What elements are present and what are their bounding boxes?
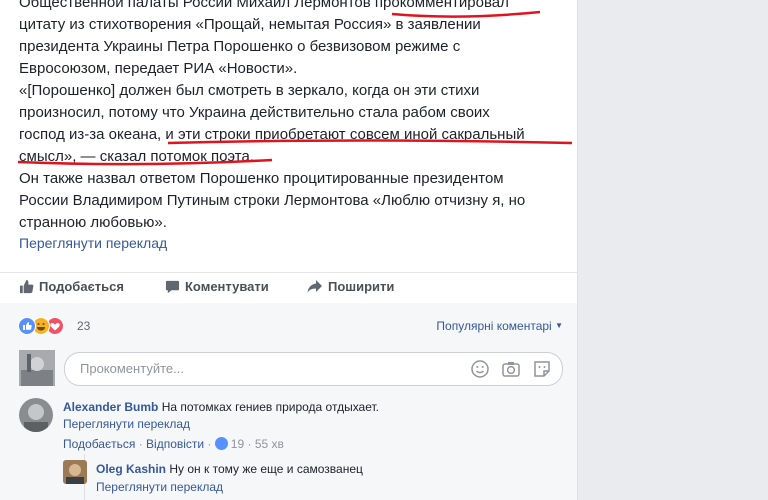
post-line: «[Порошенко] должен был смотреть в зерка… [19, 82, 480, 99]
comment-reply-link[interactable]: Відповісти [146, 437, 204, 451]
comment-text: На потомках гениев природа отдыхает. [161, 400, 380, 414]
reply-text: Ну он к тому же еще и самозванец [169, 462, 363, 476]
action-bar: Подобається Коментувати Поширити [0, 272, 577, 304]
comment-input[interactable] [78, 360, 462, 377]
post-line: цитату из стихотворения «Прощай, немытая… [19, 16, 481, 33]
comment-meta: Подобається · Відповісти · 19 · 55 хв [63, 437, 284, 451]
commenter-avatar[interactable] [19, 398, 53, 432]
share-button[interactable]: Поширити [307, 279, 394, 294]
camera-icon[interactable] [501, 359, 521, 379]
post-line: смысл», — сказал потомок поэта. [19, 148, 254, 165]
reactions-bar: 23 Популярні коментарі ▼ [0, 303, 577, 348]
comment-translate-link[interactable]: Переглянути переклад [63, 417, 190, 431]
comment-composer [0, 348, 577, 398]
comment-like-count[interactable]: 19 [231, 437, 244, 451]
reactions-count[interactable]: 23 [77, 319, 90, 333]
share-label: Поширити [328, 279, 395, 294]
post-line: России Владимиром Путиным строки Лермонт… [19, 192, 526, 209]
comment-input-box[interactable] [64, 352, 563, 386]
comment-time[interactable]: 55 хв [255, 437, 284, 451]
sticker-icon[interactable] [532, 359, 552, 379]
post-line: президента Украины Петра Порошенко о без… [19, 38, 461, 55]
reply-avatar[interactable] [63, 460, 87, 484]
like-badge-icon [214, 437, 228, 450]
post-line: Общественной палаты России Михаил Лермон… [19, 0, 509, 11]
speech-bubble-icon [165, 280, 180, 294]
comments-list: Alexander Bumb На потомках гениев природ… [0, 392, 577, 500]
share-arrow-icon [307, 280, 322, 293]
like-reaction-icon[interactable] [18, 317, 36, 335]
post-card: Общественной палаты России Михаил Лермон… [0, 0, 578, 500]
comment-label: Коментувати [185, 279, 269, 294]
comment-body: Alexander Bumb На потомках гениев природ… [63, 400, 379, 414]
emoji-icon[interactable] [470, 359, 490, 379]
current-user-avatar [19, 350, 55, 386]
sort-comments-dropdown[interactable]: Популярні коментарі ▼ [436, 319, 563, 333]
reply-author[interactable]: Oleg Kashin [96, 462, 166, 476]
reply-translate-link[interactable]: Переглянути переклад [96, 480, 223, 494]
thumbs-up-icon [19, 279, 34, 294]
comment-author[interactable]: Alexander Bumb [63, 400, 158, 414]
post-line: господ из-за океана, и эти строки приобр… [19, 126, 525, 143]
reply-body: Oleg Kashin Ну он к тому же еще и самозв… [96, 462, 363, 476]
post-line: произносил, потому что Украина действите… [19, 104, 490, 121]
comment-button[interactable]: Коментувати [165, 279, 269, 294]
post-line: странною любовью». [19, 214, 167, 231]
like-button[interactable]: Подобається [19, 279, 124, 294]
caret-down-icon: ▼ [555, 321, 563, 330]
comment-like-link[interactable]: Подобається [63, 437, 135, 451]
sort-label: Популярні коментарі [436, 319, 552, 333]
post-line: Он также назвал ответом Порошенко процит… [19, 170, 504, 187]
see-translation-link[interactable]: Переглянути переклад [19, 235, 167, 251]
post-line: Евросоюзом, передает РИА «Новости». [19, 60, 298, 77]
like-label: Подобається [39, 279, 124, 294]
post-text: Общественной палаты России Михаил Лермон… [19, 0, 564, 234]
